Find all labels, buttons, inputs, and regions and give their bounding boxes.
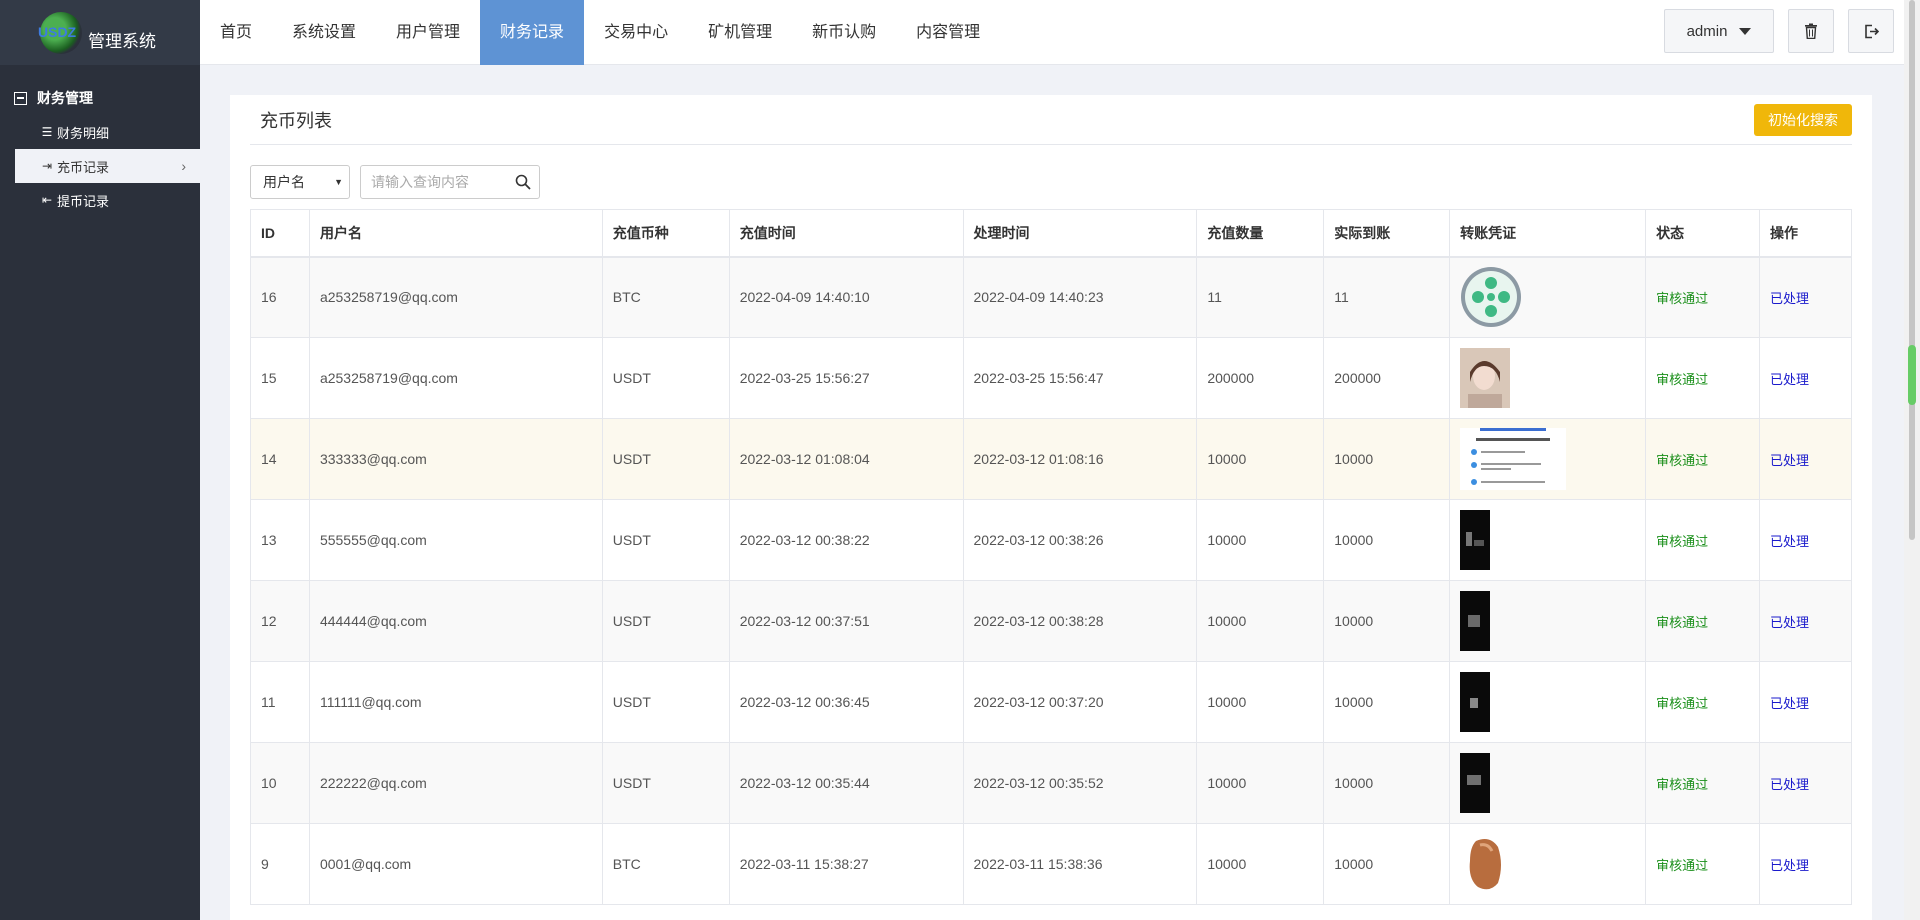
table-row: 12 444444@qq.com USDT 2022-03-12 00:37:5… [250,580,1853,662]
action-link[interactable]: 已处理 [1770,777,1809,792]
search-bar: 用户名 ▼ [250,165,1872,199]
table-row: 11 111111@qq.com USDT 2022-03-12 00:36:4… [250,661,1853,743]
voucher-thumbnail[interactable] [1460,591,1491,651]
voucher-thumbnail[interactable] [1460,753,1491,813]
nav-trading-center[interactable]: 交易中心 [584,0,688,65]
voucher-thumbnail[interactable] [1460,266,1522,328]
col-header-amount: 充值数量 [1196,209,1325,258]
col-header-coin: 充值币种 [601,209,730,258]
status-badge: 审核通过 [1656,776,1709,792]
logout-button[interactable] [1848,9,1894,53]
status-badge: 审核通过 [1656,290,1709,306]
sidebar-group-finance[interactable]: 财务管理 [0,81,200,115]
voucher-thumbnail[interactable] [1460,672,1491,732]
nav-content-management[interactable]: 内容管理 [896,0,1000,65]
voucher-thumbnail[interactable] [1460,348,1511,408]
nav-finance-records[interactable]: 财务记录 [480,0,585,65]
scrollbar-thumb[interactable] [1908,345,1916,405]
sign-in-icon: ⇥ [41,159,53,173]
top-nav: 首页 系统设置 用户管理 财务记录 交易中心 矿机管理 新币认购 内容管理 ad… [200,0,1904,65]
table-row: 16 a253258719@qq.com BTC 2022-04-09 14:4… [250,256,1853,338]
list-icon: ☰ [41,125,53,139]
col-header-received: 实际到账 [1323,209,1451,258]
nav-miner-management[interactable]: 矿机管理 [688,0,792,65]
dropdown-arrow-icon: ▼ [334,177,343,187]
action-link[interactable]: 已处理 [1770,291,1809,306]
nav-user-management[interactable]: 用户管理 [376,0,480,65]
search-box [360,165,540,199]
search-icon[interactable] [515,174,531,190]
nav-new-coin-subscription[interactable]: 新币认购 [792,0,896,65]
col-header-processed-time: 处理时间 [962,209,1198,258]
chevron-right-icon: › [181,158,186,174]
search-input[interactable] [371,174,501,190]
voucher-thumbnail[interactable] [1460,833,1511,895]
trash-icon [1805,23,1817,39]
search-field-select[interactable]: 用户名 ▼ [250,165,350,199]
status-badge: 审核通过 [1656,371,1709,387]
sign-out-icon: ⇤ [41,193,53,207]
table-row: 14 333333@qq.com USDT 2022-03-12 01:08:0… [250,418,1853,500]
clear-cache-button[interactable] [1788,9,1834,53]
action-link[interactable]: 已处理 [1770,372,1809,387]
col-header-username: 用户名 [308,209,603,258]
collapse-icon [14,91,27,105]
deposit-table: ID 用户名 充值币种 充值时间 处理时间 充值数量 实际到账 转账凭证 状态 … [250,209,1853,905]
col-header-action: 操作 [1758,209,1853,258]
caret-down-icon [1739,27,1752,35]
sidebar: USDZ 管理系统 财务管理 ☰ 财务明细 ⇥ 充币记录 › ⇤ 提币记录 [0,0,200,920]
init-search-button[interactable]: 初始化搜索 [1754,103,1852,136]
action-link[interactable]: 已处理 [1770,858,1809,873]
logo-name: 管理系统 [88,32,156,51]
table-row: 13 555555@qq.com USDT 2022-03-12 00:38:2… [250,499,1853,581]
logo[interactable]: USDZ 管理系统 [0,0,200,65]
admin-dropdown[interactable]: admin [1664,9,1774,53]
action-link[interactable]: 已处理 [1770,696,1809,711]
col-header-id: ID [250,209,310,258]
content-panel: 充币列表 初始化搜索 用户名 ▼ ID 用户名 充值币种 充值时间 [230,95,1872,920]
action-link[interactable]: 已处理 [1770,615,1809,630]
table-row: 15 a253258719@qq.com USDT 2022-03-25 15:… [250,337,1853,419]
col-header-voucher: 转账凭证 [1449,209,1647,258]
nav-home[interactable]: 首页 [200,0,272,65]
voucher-thumbnail[interactable] [1460,428,1567,490]
sidebar-item-finance-detail[interactable]: ☰ 财务明细 [0,115,200,149]
table-header-row: ID 用户名 充值币种 充值时间 处理时间 充值数量 实际到账 转账凭证 状态 … [250,209,1853,258]
content-header: 充币列表 初始化搜索 [250,95,1852,145]
col-header-status: 状态 [1645,209,1760,258]
page-scrollbar[interactable] [1904,0,1920,920]
page-title: 充币列表 [260,110,332,131]
col-header-deposit-time: 充值时间 [728,209,964,258]
nav-system-settings[interactable]: 系统设置 [272,0,376,65]
action-link[interactable]: 已处理 [1770,453,1809,468]
sidebar-item-deposit-records[interactable]: ⇥ 充币记录 › [15,149,200,183]
sidebar-item-withdraw-records[interactable]: ⇤ 提币记录 [0,183,200,217]
status-badge: 审核通过 [1656,614,1709,630]
status-badge: 审核通过 [1656,452,1709,468]
status-badge: 审核通过 [1656,857,1709,873]
logout-icon [1864,24,1879,38]
status-badge: 审核通过 [1656,695,1709,711]
voucher-thumbnail[interactable] [1460,510,1491,570]
table-row: 10 222222@qq.com USDT 2022-03-12 00:35:4… [250,742,1853,824]
logo-globe-icon: USDZ [38,11,82,54]
action-link[interactable]: 已处理 [1770,534,1809,549]
status-badge: 审核通过 [1656,533,1709,549]
table-row: 9 0001@qq.com BTC 2022-03-11 15:38:27 20… [250,823,1853,905]
